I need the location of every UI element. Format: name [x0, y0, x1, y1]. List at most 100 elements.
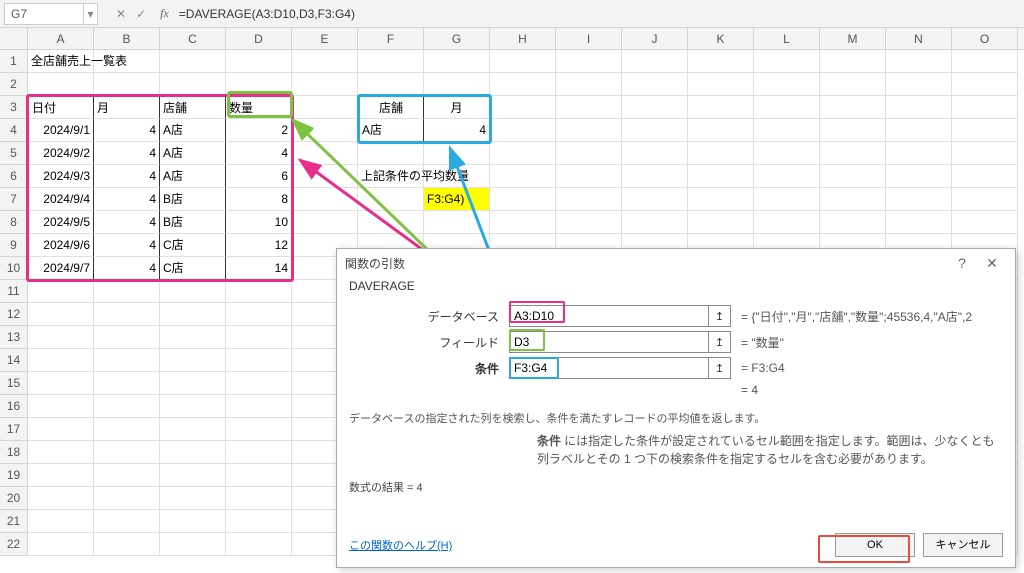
cell[interactable]: [688, 165, 754, 188]
cell[interactable]: [820, 188, 886, 211]
cell[interactable]: C店: [160, 234, 226, 257]
cell[interactable]: [424, 73, 490, 96]
col-header[interactable]: N: [886, 28, 952, 49]
cell[interactable]: [28, 372, 94, 395]
arg-input-criteria[interactable]: [509, 357, 709, 379]
cell[interactable]: [556, 211, 622, 234]
cell[interactable]: [160, 372, 226, 395]
cell[interactable]: [160, 418, 226, 441]
cell[interactable]: [28, 349, 94, 372]
col-header[interactable]: O: [952, 28, 1018, 49]
cell[interactable]: [622, 73, 688, 96]
cell[interactable]: [160, 303, 226, 326]
cell[interactable]: [226, 395, 292, 418]
row-header[interactable]: 7: [0, 188, 28, 211]
cell[interactable]: [94, 326, 160, 349]
cell[interactable]: [622, 142, 688, 165]
cell-active[interactable]: F3:G4): [424, 188, 490, 211]
cell[interactable]: 月: [424, 96, 490, 119]
cell[interactable]: 4: [94, 188, 160, 211]
row-header[interactable]: 16: [0, 395, 28, 418]
cell[interactable]: [226, 349, 292, 372]
col-header[interactable]: B: [94, 28, 160, 49]
cell[interactable]: 10: [226, 211, 292, 234]
cell[interactable]: [886, 165, 952, 188]
cell[interactable]: [226, 303, 292, 326]
cell[interactable]: [952, 73, 1018, 96]
cell[interactable]: [556, 50, 622, 73]
cell[interactable]: [952, 142, 1018, 165]
cell[interactable]: 2024/9/1: [28, 119, 94, 142]
row-header[interactable]: 18: [0, 441, 28, 464]
row-header[interactable]: 11: [0, 280, 28, 303]
cell[interactable]: [28, 73, 94, 96]
cell[interactable]: 2024/9/4: [28, 188, 94, 211]
cell[interactable]: [292, 73, 358, 96]
col-header[interactable]: J: [622, 28, 688, 49]
cell[interactable]: 4: [226, 142, 292, 165]
cell[interactable]: 2024/9/5: [28, 211, 94, 234]
cell[interactable]: [622, 188, 688, 211]
cell[interactable]: 8: [226, 188, 292, 211]
cell[interactable]: [292, 188, 358, 211]
cell[interactable]: [820, 50, 886, 73]
cell[interactable]: [424, 211, 490, 234]
cell[interactable]: [292, 165, 358, 188]
row-header[interactable]: 1: [0, 50, 28, 73]
range-select-icon[interactable]: ↥: [709, 305, 731, 327]
row-header[interactable]: 8: [0, 211, 28, 234]
cell[interactable]: [358, 211, 424, 234]
cell[interactable]: A店: [160, 142, 226, 165]
cell[interactable]: [820, 73, 886, 96]
cell[interactable]: [490, 188, 556, 211]
name-box[interactable]: G7: [4, 3, 84, 25]
cell[interactable]: 4: [94, 142, 160, 165]
cell[interactable]: [688, 211, 754, 234]
cell[interactable]: 4: [94, 165, 160, 188]
cell[interactable]: [622, 211, 688, 234]
cell[interactable]: [94, 303, 160, 326]
select-all-corner[interactable]: [0, 28, 28, 49]
cell[interactable]: [28, 487, 94, 510]
cell[interactable]: [952, 96, 1018, 119]
cell[interactable]: B店: [160, 211, 226, 234]
cell[interactable]: [688, 142, 754, 165]
cell[interactable]: [94, 349, 160, 372]
cell[interactable]: [490, 142, 556, 165]
cell[interactable]: [490, 96, 556, 119]
cell[interactable]: B店: [160, 188, 226, 211]
ok-button[interactable]: OK: [835, 533, 915, 557]
dialog-close-icon[interactable]: ✕: [977, 255, 1007, 272]
cell[interactable]: [226, 487, 292, 510]
row-header[interactable]: 19: [0, 464, 28, 487]
cell[interactable]: [754, 50, 820, 73]
cell[interactable]: [622, 50, 688, 73]
cell[interactable]: 4: [424, 119, 490, 142]
col-header[interactable]: C: [160, 28, 226, 49]
cell[interactable]: [160, 510, 226, 533]
cell[interactable]: [754, 142, 820, 165]
cell[interactable]: 2024/9/6: [28, 234, 94, 257]
cell[interactable]: [160, 533, 226, 556]
cell[interactable]: [358, 73, 424, 96]
cell[interactable]: 数量: [226, 96, 292, 119]
cell[interactable]: [886, 211, 952, 234]
cell[interactable]: [160, 326, 226, 349]
col-header[interactable]: F: [358, 28, 424, 49]
cell[interactable]: A店: [160, 165, 226, 188]
col-header[interactable]: D: [226, 28, 292, 49]
row-header[interactable]: 2: [0, 73, 28, 96]
row-header[interactable]: 14: [0, 349, 28, 372]
cell[interactable]: [94, 418, 160, 441]
cell[interactable]: [754, 119, 820, 142]
cell[interactable]: 全店舗売上一覧表: [28, 50, 94, 73]
cell[interactable]: [94, 280, 160, 303]
cell[interactable]: [94, 50, 160, 73]
cell[interactable]: [160, 487, 226, 510]
cell[interactable]: [292, 96, 358, 119]
cell[interactable]: [490, 50, 556, 73]
cell[interactable]: [226, 533, 292, 556]
cell[interactable]: [160, 349, 226, 372]
cell[interactable]: [160, 395, 226, 418]
cell[interactable]: 4: [94, 119, 160, 142]
